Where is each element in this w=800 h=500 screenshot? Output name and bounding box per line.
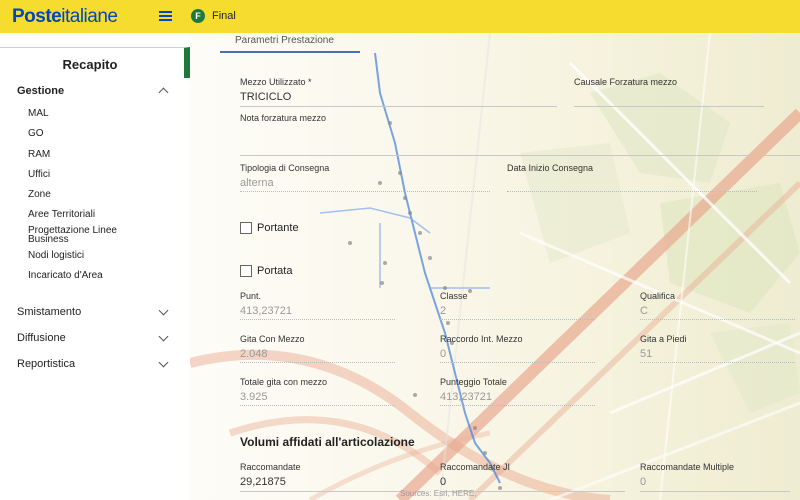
causale-label: Causale Forzatura mezzo: [574, 77, 678, 87]
qualifica-label: Qualifica: [640, 291, 676, 301]
sidebar-item-uffici[interactable]: Uffici: [28, 170, 158, 180]
sidebar-item-ram[interactable]: RAM: [28, 150, 158, 160]
nota-label: Nota forzatura mezzo: [240, 113, 327, 123]
chevron-down-icon: [158, 331, 169, 342]
portata-checkbox[interactable]: [240, 265, 252, 277]
punt-value: 413,23721: [240, 305, 292, 317]
raccomandate-ji-label: Raccomandate JI: [440, 462, 511, 472]
qualifica-value: C: [640, 305, 648, 317]
totale-value: 3.925: [240, 391, 268, 403]
sidebar-header: Recapito: [0, 47, 190, 78]
raccomandate-multiple-label: Raccomandate Multiple: [640, 462, 735, 472]
section-reportistica-label: Reportistica: [17, 358, 76, 370]
raccomandate-ji-value[interactable]: 0: [440, 476, 446, 488]
sidebar-item-go[interactable]: GO: [28, 129, 158, 139]
classe-value: 2: [440, 305, 447, 317]
raccomandate-label: Raccomandate: [240, 462, 301, 472]
chevron-down-icon: [158, 305, 169, 316]
punteggio-value: 413,23721: [440, 391, 492, 403]
tipologia-label: Tipologia di Consegna: [240, 163, 330, 173]
phase-label: Final: [212, 10, 236, 22]
sidebar-item-incaricato-area[interactable]: Incaricato d'Area: [28, 271, 158, 281]
section-diffusione-label: Diffusione: [17, 332, 66, 344]
volumi-heading: Volumi affidati all'articolazione: [240, 435, 415, 449]
gita-mezzo-label: Gita Con Mezzo: [240, 334, 305, 344]
mezzo-label: Mezzo Utilizzato *: [240, 77, 312, 87]
raccordo-value: 0: [440, 348, 447, 360]
sidebar-item-aree-territoriali[interactable]: Aree Territoriali: [28, 210, 158, 220]
totale-label: Totale gita con mezzo: [240, 377, 328, 387]
chevron-up-icon: [158, 87, 169, 98]
punteggio-label: Punteggio Totale: [440, 377, 507, 387]
logo-part2: italiane: [61, 6, 118, 27]
poste-italiane-logo[interactable]: Posteitaliane: [12, 6, 118, 28]
nota-input[interactable]: [240, 155, 800, 156]
gita-piedi-value: 51: [640, 348, 653, 360]
portata-label: Portata: [257, 265, 293, 277]
map-attribution: Sources: Esri, HERE,: [400, 489, 477, 498]
sidebar-item-mal[interactable]: MAL: [28, 109, 158, 119]
section-reportistica[interactable]: Reportistica: [17, 357, 169, 370]
section-gestione-label: Gestione: [17, 85, 65, 97]
section-smistamento-label: Smistamento: [17, 306, 82, 318]
portante-checkbox[interactable]: [240, 222, 252, 234]
raccomandate-value[interactable]: 29,21875: [240, 476, 286, 488]
mezzo-select[interactable]: TRICICLO: [240, 91, 291, 103]
sidebar-item-progettazione-linee-business[interactable]: Business: [28, 235, 158, 245]
chevron-down-icon: [158, 357, 169, 368]
tipologia-value[interactable]: alterna: [240, 177, 274, 189]
main-content: Parametri Prestazione Mezzo Utilizzato *…: [190, 33, 800, 500]
gita-mezzo-value: 2.048: [240, 348, 268, 360]
hamburger-menu-icon[interactable]: [159, 11, 172, 21]
section-smistamento[interactable]: Smistamento: [17, 305, 169, 318]
portante-label: Portante: [257, 222, 299, 234]
sidebar-title: Recapito: [62, 57, 118, 72]
sidebar-item-nodi-logistici[interactable]: Nodi logistici: [28, 251, 158, 261]
gita-piedi-label: Gita a Piedi: [640, 334, 687, 344]
classe-label: Classe: [440, 291, 468, 301]
raccomandate-multiple-value[interactable]: 0: [640, 476, 646, 488]
punt-label: Punt.: [240, 291, 262, 301]
raccordo-label: Raccordo Int. Mezzo: [440, 334, 523, 344]
data-inizio-input[interactable]: [507, 191, 757, 192]
top-bar: Posteitaliane F Final: [0, 0, 800, 33]
phase-badge: F: [191, 9, 205, 23]
logo-part1: Poste: [12, 6, 62, 27]
causale-select[interactable]: [574, 106, 764, 107]
tab-parametri-prestazione[interactable]: Parametri Prestazione: [220, 33, 360, 53]
data-inizio-label: Data Inizio Consegna: [507, 163, 594, 173]
section-gestione[interactable]: Gestione: [17, 85, 169, 98]
sidebar-item-zone[interactable]: Zone: [28, 190, 158, 200]
section-diffusione[interactable]: Diffusione: [17, 331, 169, 344]
sidebar: Recapito Gestione MAL GO RAM Uffici Zone…: [0, 47, 191, 500]
